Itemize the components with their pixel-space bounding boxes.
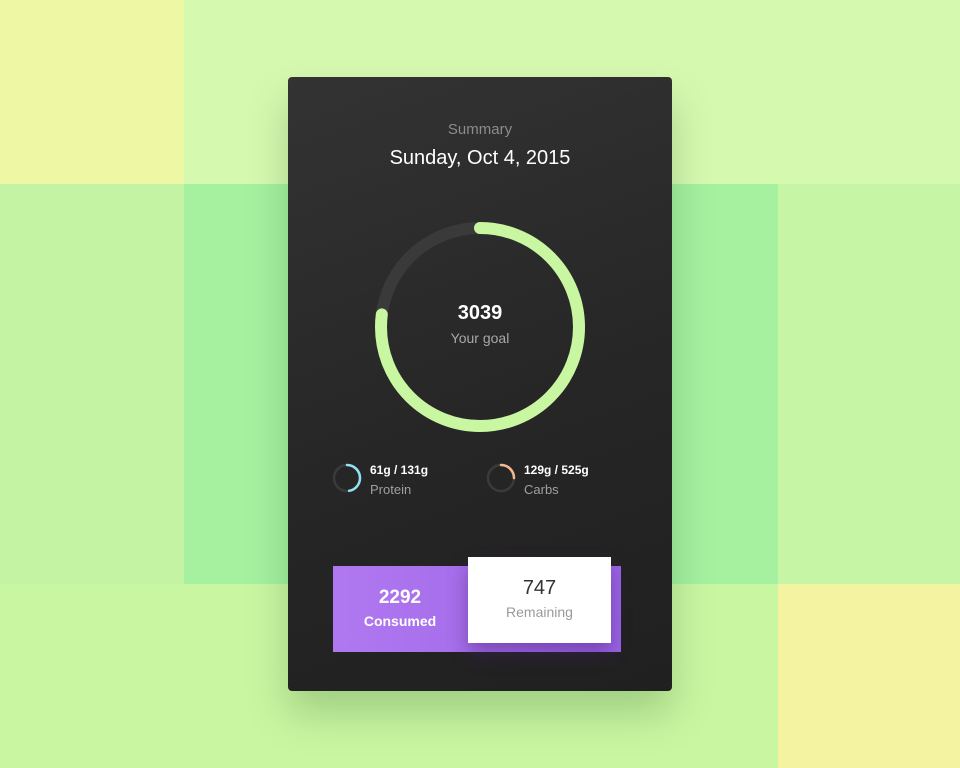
carbs-label: Carbs (524, 482, 559, 497)
protein-value: 61g / 131g (370, 463, 429, 477)
goal-label: Your goal (450, 330, 510, 346)
goal-value: 3039 (457, 302, 503, 324)
summary-label: Summary (447, 121, 513, 138)
remaining-value: 747 (522, 577, 557, 599)
remaining-panel[interactable]: 747 Remaining (468, 557, 611, 643)
protein-progress-ring (332, 463, 362, 493)
background-tile (0, 184, 184, 584)
background-tile (0, 0, 184, 184)
protein-macro: 61g / 131g Protein (332, 461, 472, 497)
consumed-value: 2292 (378, 587, 422, 608)
background-tile (778, 184, 960, 584)
carbs-value: 129g / 525g (524, 463, 589, 477)
protein-label: Protein (370, 482, 412, 497)
summary-card: Summary Sunday, Oct 4, 2015 3039 Your go… (288, 77, 672, 691)
background: Summary Sunday, Oct 4, 2015 3039 Your go… (0, 0, 960, 768)
goal-ring-svg (375, 222, 585, 432)
carbs-macro: 129g / 525g Carbs (486, 461, 636, 497)
remaining-label: Remaining (506, 604, 573, 620)
goal-progress-ring: 3039 Your goal (373, 220, 587, 434)
consumed-label: Consumed (363, 613, 437, 629)
carbs-progress-ring (486, 463, 516, 493)
background-tile (778, 584, 960, 768)
date-title: Sunday, Oct 4, 2015 (389, 147, 571, 169)
